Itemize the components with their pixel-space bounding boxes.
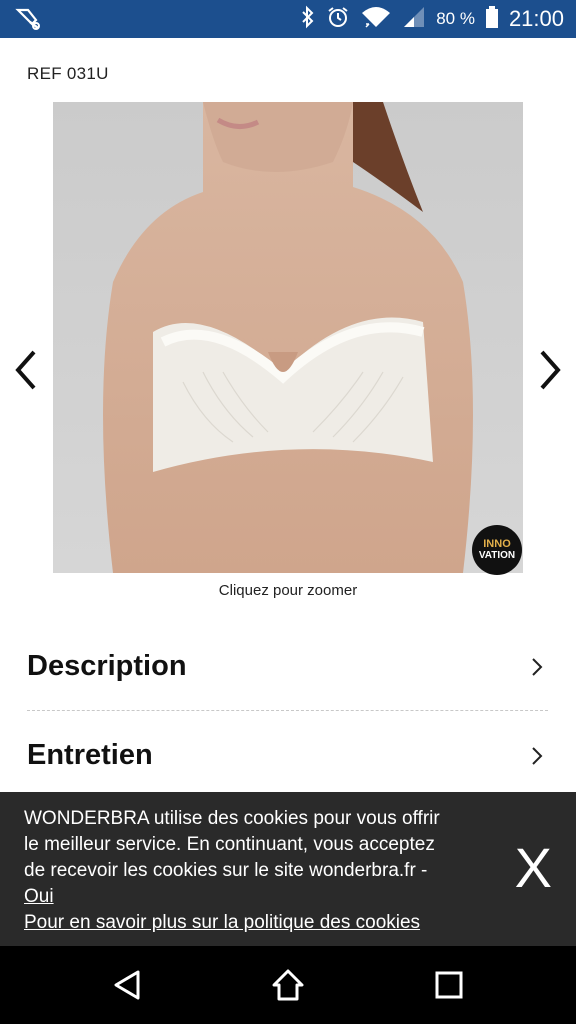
- battery-percent: 80 %: [436, 9, 475, 28]
- chevron-right-icon: [532, 658, 543, 676]
- recents-icon[interactable]: [432, 968, 466, 1002]
- product-image[interactable]: [53, 102, 523, 573]
- product-gallery: INNO VATION: [0, 100, 576, 575]
- clock: 21:00: [508, 6, 564, 31]
- next-image-button[interactable]: [534, 348, 566, 392]
- cookie-accept-link[interactable]: Oui: [24, 886, 54, 907]
- status-bar: 80 % 21:00: [0, 0, 576, 38]
- section-title: Entretien: [27, 738, 153, 771]
- innovation-badge: INNO VATION: [472, 525, 522, 575]
- home-icon[interactable]: [271, 968, 305, 1002]
- section-description[interactable]: Description: [27, 622, 548, 710]
- battery-icon: [485, 5, 499, 34]
- product-ref: REF 031U: [27, 64, 109, 83]
- chevron-right-icon: [532, 747, 543, 765]
- alarm-icon: [326, 5, 350, 34]
- zoom-hint[interactable]: Cliquez pour zoomer: [0, 582, 576, 599]
- cookie-close-button[interactable]: X: [515, 840, 552, 896]
- section-entretien[interactable]: Entretien: [27, 711, 548, 799]
- notification-icon: [14, 6, 42, 32]
- back-icon[interactable]: [110, 968, 144, 1002]
- cookie-policy-link[interactable]: Pour en savoir plus sur la politique des…: [24, 912, 420, 933]
- wifi-icon: [360, 5, 392, 34]
- previous-image-button[interactable]: [10, 348, 42, 392]
- cookie-message: WONDERBRA utilise des cookies pour vous …: [24, 808, 440, 933]
- bluetooth-icon: [300, 5, 316, 34]
- cookie-banner: WONDERBRA utilise des cookies pour vous …: [0, 792, 576, 946]
- signal-icon: [402, 5, 426, 34]
- section-title: Description: [27, 649, 187, 682]
- navigation-bar: [0, 946, 576, 1024]
- product-sections: Description Entretien: [27, 622, 548, 799]
